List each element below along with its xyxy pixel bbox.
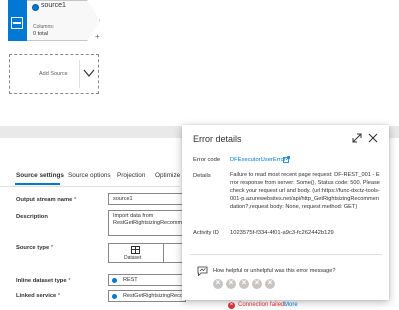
node-status-dot [32, 4, 39, 11]
close-icon[interactable] [368, 133, 378, 143]
inline-dataset-type-label: Inline dataset type * [16, 278, 70, 284]
tabs-divider [0, 186, 180, 187]
source-type-label: Source type * [16, 245, 53, 251]
expand-icon[interactable] [352, 133, 362, 143]
error-code-label: Error code [193, 157, 221, 163]
output-stream-label: Output stream name * [16, 197, 76, 203]
x-icon: × [241, 278, 247, 287]
error-code-link[interactable]: DFExecutorUserError [230, 157, 286, 163]
tab-optimize[interactable]: Optimize [155, 172, 180, 179]
rating-star-4[interactable]: × [252, 278, 262, 289]
rating-star-3[interactable]: × [239, 278, 249, 289]
node-columns-label: Columns: [33, 24, 55, 30]
rating-star-2[interactable]: × [226, 278, 236, 289]
required-marker: * [50, 245, 54, 251]
node-title: source1 [41, 2, 66, 9]
details-label: Details [193, 173, 211, 179]
required-marker: * [74, 197, 77, 203]
description-label: Description [16, 214, 48, 220]
open-external-icon[interactable] [283, 156, 290, 163]
node-columns-value: 0 total [33, 31, 48, 37]
inline-dataset-type-label-text: Inline dataset type [16, 278, 67, 284]
output-stream-input[interactable]: source1 [108, 193, 186, 205]
feedback-question: How helpful or unhelpful was this error … [213, 268, 336, 274]
add-source-label: Add Source [39, 71, 68, 77]
chevron-down-icon[interactable] [82, 66, 96, 80]
plus-icon[interactable]: + [95, 33, 100, 41]
activity-id-label: Activity ID [193, 230, 219, 236]
feedback-icon [197, 266, 208, 276]
error-icon: × [228, 302, 235, 309]
x-icon: × [215, 278, 221, 287]
selected-tab-indicator [15, 183, 60, 185]
x-icon: × [228, 278, 234, 287]
linked-service-select[interactable]: RestGetRightsizingRecommendations [108, 290, 186, 302]
add-source-divider [79, 60, 80, 88]
details-message: Failure to read most recent page request… [230, 172, 380, 210]
output-stream-label-text: Output stream name [16, 197, 73, 203]
inline-dataset-type-select[interactable]: REST [108, 274, 186, 286]
tab-projection[interactable]: Projection [117, 172, 145, 179]
dialog-title: Error details [193, 134, 242, 144]
x-icon: × [267, 278, 273, 287]
rating-star-5[interactable]: × [265, 278, 275, 289]
required-marker: * [57, 293, 61, 299]
panel-header-space [0, 138, 180, 168]
connection-status-text: Connection failed. [238, 302, 287, 308]
tab-source-settings[interactable]: Source settings [16, 172, 64, 179]
dataset-icon [131, 246, 140, 254]
dialog-divider [190, 254, 382, 255]
linked-service-icon [112, 294, 117, 299]
required-marker: * [68, 278, 71, 284]
source-type-label-text: Source type [16, 245, 50, 251]
activity-id-value: 1023575f-f334-4f01-a9c3-fc262442b129 [230, 230, 334, 236]
x-icon: × [254, 278, 260, 287]
table-icon [11, 17, 23, 29]
linked-service-label: Linked service * [16, 293, 60, 299]
tab-source-options[interactable]: Source options [68, 172, 111, 179]
linked-service-label-text: Linked service [16, 293, 57, 299]
description-input[interactable]: Import data from RestGetRightsizingRecom… [108, 210, 186, 236]
rest-icon [112, 278, 117, 283]
rating-star-1[interactable]: × [213, 278, 223, 289]
more-link[interactable]: More [284, 302, 298, 308]
dataset-option-label: Dataset [124, 255, 142, 261]
